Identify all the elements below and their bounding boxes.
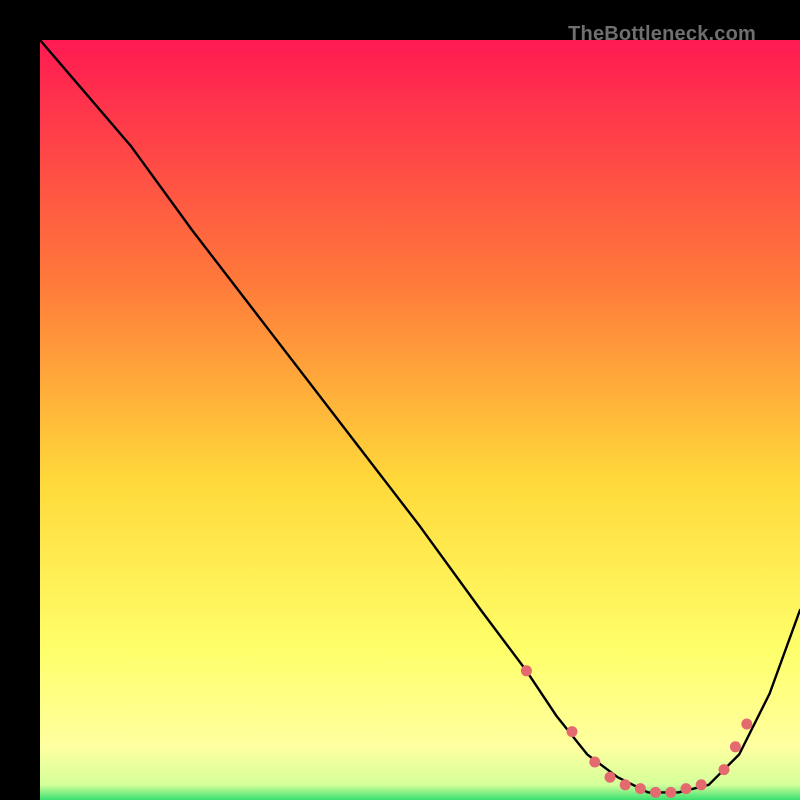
marker-dot	[650, 787, 661, 798]
marker-dot	[521, 665, 532, 676]
chart-frame: TheBottleneck.com	[20, 20, 780, 780]
marker-dot	[620, 779, 631, 790]
gradient-background	[40, 40, 800, 800]
marker-dot	[681, 783, 692, 794]
bottleneck-plot	[40, 40, 800, 800]
marker-dot	[730, 741, 741, 752]
marker-dot	[719, 764, 730, 775]
marker-dot	[605, 772, 616, 783]
marker-dot	[567, 726, 578, 737]
marker-dot	[741, 719, 752, 730]
marker-dot	[589, 757, 600, 768]
marker-dot	[665, 787, 676, 798]
marker-dot	[696, 779, 707, 790]
marker-dot	[635, 783, 646, 794]
